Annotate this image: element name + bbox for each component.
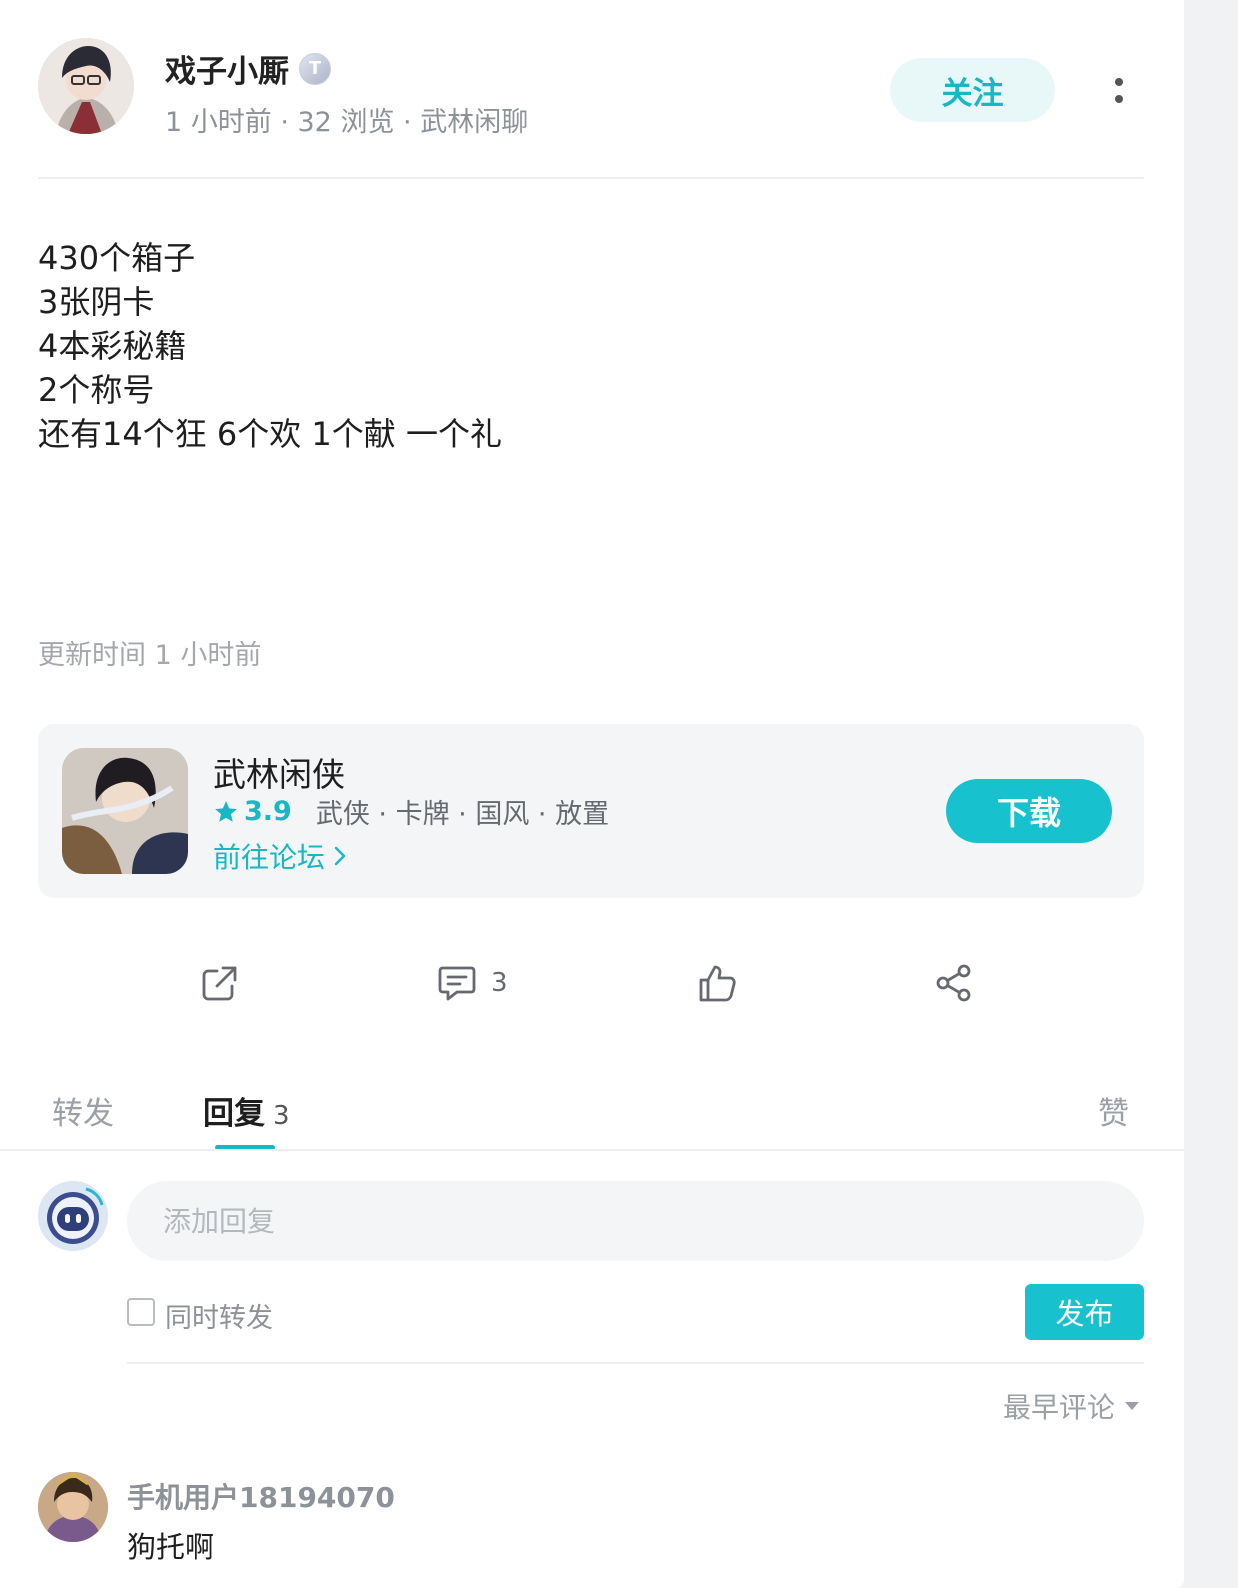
more-options-icon[interactable] <box>1106 70 1132 110</box>
repost-action[interactable] <box>199 960 239 1006</box>
thumbs-up-icon <box>699 965 736 1002</box>
game-tags: 武侠 · 卡牌 · 国风 · 放置 <box>315 799 610 830</box>
share-action[interactable] <box>934 960 974 1006</box>
author-name-row: 戏子小厮 T <box>165 46 331 91</box>
post-meta: 1 小时前 · 32 浏览 · 武林闲聊 <box>165 107 529 138</box>
forum-link[interactable]: 前往论坛 <box>213 836 347 876</box>
like-action[interactable] <box>697 960 737 1006</box>
game-card[interactable]: 武林闲侠 3.9 武侠 · 卡牌 · 国风 · 放置 前往论坛 下载 <box>38 724 1144 898</box>
publish-button[interactable]: 发布 <box>1025 1284 1144 1340</box>
author-avatar[interactable] <box>38 38 134 134</box>
tabs-divider <box>0 1149 1184 1151</box>
also-repost-checkbox[interactable] <box>127 1298 155 1326</box>
content-line: 还有14个狂 6个欢 1个献 一个礼 <box>38 415 502 453</box>
share-icon <box>936 964 971 1002</box>
level-badge-icon: T <box>299 52 331 85</box>
comment-avatar-image <box>38 1472 108 1542</box>
reply-input[interactable] <box>127 1181 1144 1261</box>
post-card: 戏子小厮 T 1 小时前 · 32 浏览 · 武林闲聊 关注 430个箱子 3张… <box>0 0 1184 1588</box>
download-button[interactable]: 下载 <box>946 779 1112 843</box>
tab-repost[interactable]: 转发 <box>52 1088 114 1133</box>
tab-reply[interactable]: 回复 3 <box>203 1088 290 1133</box>
content-line: 430个箱子 <box>38 239 196 277</box>
robot-avatar-image <box>38 1181 108 1251</box>
game-rating-row: 3.9 武侠 · 卡牌 · 国风 · 放置 <box>213 792 609 831</box>
comment-icon <box>438 966 476 1001</box>
tab-like[interactable]: 赞 <box>1098 1088 1129 1133</box>
game-icon-image <box>62 748 188 874</box>
author-name[interactable]: 戏子小厮 <box>165 46 289 91</box>
comment-username[interactable]: 手机用户18194070 <box>127 1476 395 1516</box>
tab-reply-label: 回复 <box>203 1096 265 1132</box>
also-repost-label[interactable]: 同时转发 <box>165 1296 273 1335</box>
sort-label: 最早评论 <box>1003 1391 1116 1424</box>
tab-reply-count: 3 <box>273 1101 290 1131</box>
star-icon <box>215 800 237 822</box>
share-out-icon <box>202 966 237 1001</box>
comment-text: 狗托啊 <box>127 1530 215 1564</box>
comment-action[interactable]: 3 <box>437 960 508 1006</box>
current-user-avatar <box>38 1181 108 1251</box>
comment-count: 3 <box>491 968 508 998</box>
game-rating: 3.9 <box>244 796 292 827</box>
forum-link-label: 前往论坛 <box>213 841 326 874</box>
update-time: 更新时间 1 小时前 <box>38 640 262 671</box>
composer-divider <box>127 1362 1144 1364</box>
author-avatar-image <box>38 38 134 134</box>
content-line: 3张阴卡 <box>38 283 155 321</box>
caret-down-icon <box>1125 1402 1140 1410</box>
content-line: 2个称号 <box>38 371 155 409</box>
sort-dropdown[interactable]: 最早评论 <box>1003 1386 1141 1426</box>
author-row: 戏子小厮 T 1 小时前 · 32 浏览 · 武林闲聊 关注 <box>38 38 1144 138</box>
game-icon[interactable] <box>62 748 188 874</box>
header-divider <box>38 177 1144 179</box>
comment-avatar[interactable] <box>38 1472 108 1542</box>
post-content: 430个箱子 3张阴卡 4本彩秘籍 2个称号 还有14个狂 6个欢 1个献 一个… <box>38 236 1138 456</box>
game-name[interactable]: 武林闲侠 <box>213 748 345 796</box>
follow-button[interactable]: 关注 <box>890 58 1055 122</box>
chevron-right-icon <box>334 846 346 866</box>
content-line: 4本彩秘籍 <box>38 327 187 365</box>
